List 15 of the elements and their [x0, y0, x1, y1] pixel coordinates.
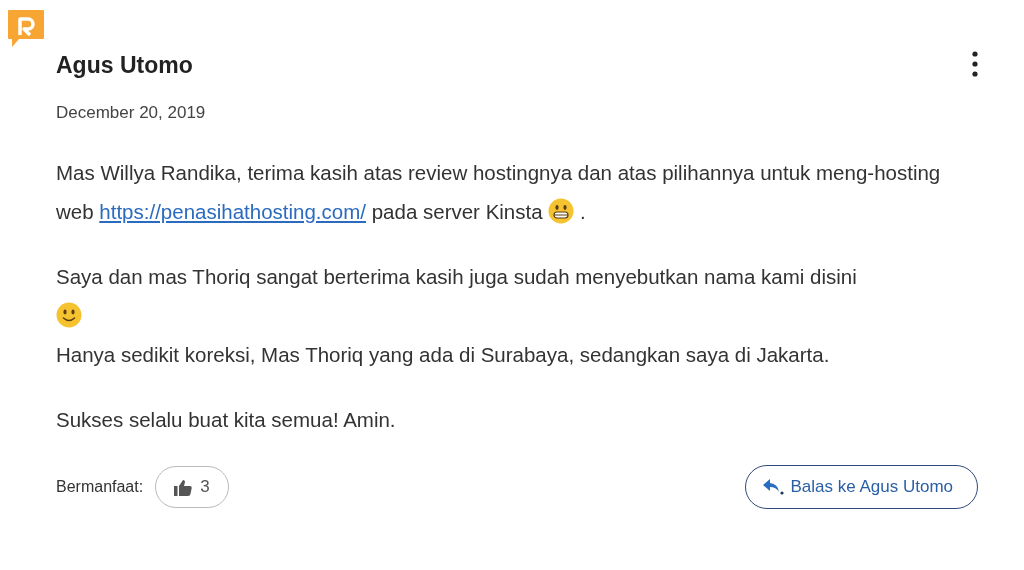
comment-paragraph: Saya dan mas Thoriq sangat berterima kasih juga sudah menyebutkan nama kami disini Hanya sedikit koreksi, Mas Thoriq yang ada di Surabaya, sedangkan saya di Jakarta. — [56, 264, 858, 368]
more-options-icon[interactable] — [972, 51, 978, 77]
reply-arrow-icon — [762, 478, 785, 496]
comment-paragraph: Mas Willya Randika, terima kasih atas review hostingnya dan atas pilihannya untuk meng-hosting web https://penasihathosting.com/ pada server Kinsta . — [56, 160, 942, 226]
thumbs-up-icon — [174, 478, 193, 496]
helpful-label: Bermanfaat: — [56, 478, 144, 496]
smiling-emoji-icon — [56, 302, 82, 328]
website-link[interactable]: https://penasihathosting.com/ — [99, 200, 366, 223]
reply-button[interactable]: Balas ke Agus Utomo — [745, 465, 978, 509]
grinning-emoji-icon — [548, 198, 575, 224]
comment-paragraph: Sukses selalu buat kita semua! Amin. — [56, 407, 397, 433]
author-name: Agus Utomo — [56, 52, 193, 79]
comment-date: December 20, 2019 — [56, 103, 207, 123]
like-button[interactable]: 3 — [155, 466, 229, 508]
logo-icon — [7, 9, 45, 49]
